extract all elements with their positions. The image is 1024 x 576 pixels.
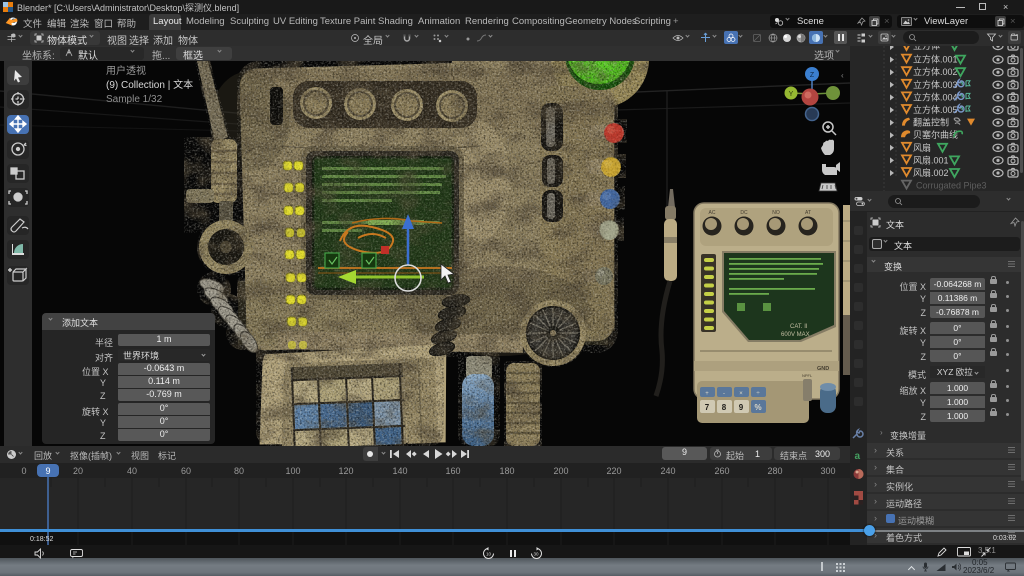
svg-text:贝塞尔曲线: 贝塞尔曲线 <box>913 129 958 140</box>
svg-text:9: 9 <box>45 466 50 476</box>
svg-text:NPFL: NPFL <box>802 373 813 378</box>
svg-text:立方体.005: 立方体.005 <box>913 104 958 115</box>
svg-text:120: 120 <box>338 466 353 476</box>
svg-text:立方体: 立方体 <box>913 46 940 51</box>
svg-text:立方体.001: 立方体.001 <box>913 54 958 65</box>
svg-text:CAT. II: CAT. II <box>790 324 808 330</box>
svg-text:160: 160 <box>445 466 460 476</box>
svg-text:240: 240 <box>660 466 675 476</box>
svg-text:9: 9 <box>739 403 744 412</box>
svg-text:GND: GND <box>817 366 829 372</box>
svg-text:用户透视: 用户透视 <box>106 64 146 77</box>
svg-text:立方体.004: 立方体.004 <box>913 91 958 102</box>
svg-text:DC: DC <box>740 210 748 216</box>
svg-text:‹: ‹ <box>841 71 844 80</box>
svg-text:Corrugated Pipe3: Corrugated Pipe3 <box>916 181 987 191</box>
svg-text:220: 220 <box>606 466 621 476</box>
svg-text:280: 280 <box>767 466 782 476</box>
svg-text:200: 200 <box>553 466 568 476</box>
svg-text:AC: AC <box>709 210 716 216</box>
svg-text:×: × <box>739 391 743 397</box>
svg-text:%: % <box>754 403 761 412</box>
svg-text:(9) Collection | 文本: (9) Collection | 文本 <box>106 78 193 91</box>
svg-text:7: 7 <box>705 403 710 412</box>
svg-text:+: + <box>705 391 709 397</box>
svg-text:翻盖控制: 翻盖控制 <box>913 117 949 128</box>
svg-text:风扇.001: 风扇.001 <box>913 154 949 165</box>
svg-text:风扇.002: 风扇.002 <box>913 167 949 178</box>
svg-text:260: 260 <box>714 466 729 476</box>
svg-text:NO: NO <box>772 210 780 216</box>
svg-text:80: 80 <box>234 466 244 476</box>
svg-text:20: 20 <box>73 466 83 476</box>
svg-text:8: 8 <box>722 403 727 412</box>
svg-text:a: a <box>855 451 861 462</box>
svg-text:Sample 1/32: Sample 1/32 <box>106 94 163 105</box>
svg-text:风扇: 风扇 <box>913 142 931 153</box>
svg-text:140: 140 <box>392 466 407 476</box>
svg-text:600V MAX: 600V MAX <box>781 332 810 338</box>
svg-text:0: 0 <box>21 466 26 476</box>
svg-text:60: 60 <box>181 466 191 476</box>
svg-text:40: 40 <box>127 466 137 476</box>
svg-text:AT: AT <box>805 210 811 216</box>
svg-text:Z: Z <box>810 72 815 79</box>
svg-text:300: 300 <box>820 466 835 476</box>
svg-text:立方体.002: 立方体.002 <box>913 66 958 77</box>
svg-text:100: 100 <box>285 466 300 476</box>
svg-text:立方体.003: 立方体.003 <box>913 79 958 90</box>
svg-text:Y: Y <box>789 91 794 98</box>
svg-text:180: 180 <box>499 466 514 476</box>
svg-text:-: - <box>723 391 725 397</box>
